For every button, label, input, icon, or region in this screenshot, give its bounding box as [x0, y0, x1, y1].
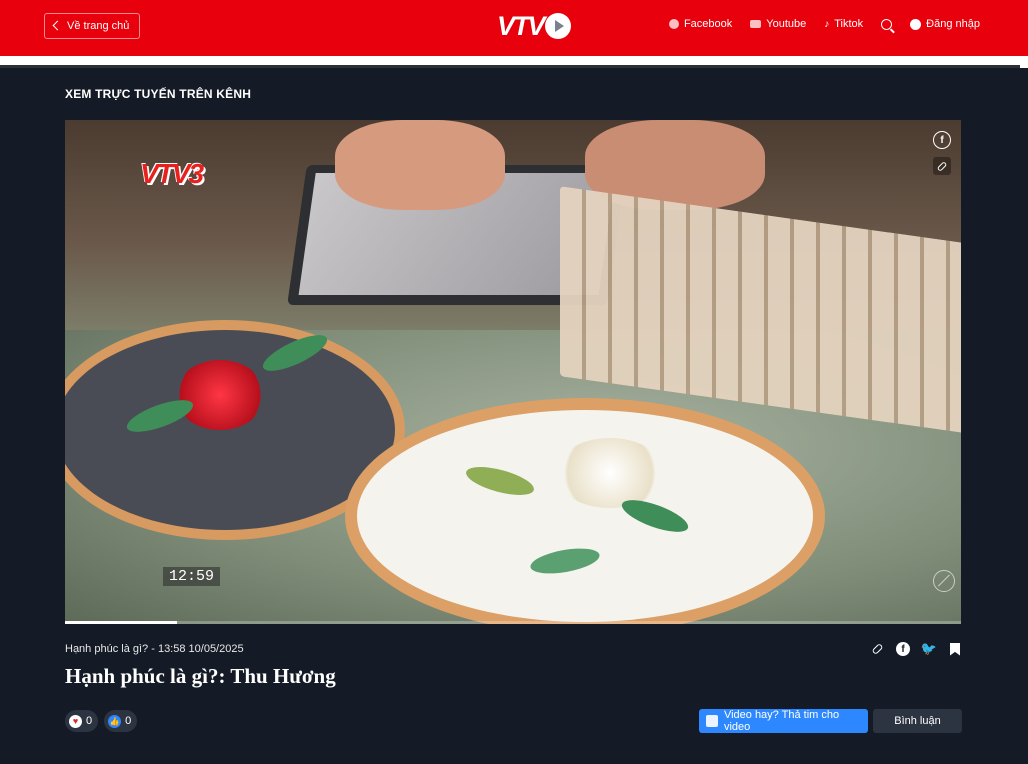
- video-frame-pearls: [555, 438, 665, 508]
- like-icon: 👍: [108, 714, 122, 728]
- reactions-bar: ♥ 0 👍 0: [65, 710, 138, 732]
- search-button[interactable]: [881, 18, 893, 30]
- video-progress-fill: [65, 621, 177, 624]
- facebook-icon: f: [901, 643, 905, 655]
- video-player[interactable]: VTV3 12:59 f: [65, 120, 961, 624]
- facebook-icon: [668, 19, 679, 29]
- user-icon: [910, 18, 922, 30]
- video-copy-link-button[interactable]: [933, 157, 951, 175]
- login-button[interactable]: Đăng nhập: [910, 18, 980, 30]
- video-share-facebook-button[interactable]: f: [933, 131, 951, 149]
- heart-reaction[interactable]: ♥ 0: [65, 710, 99, 732]
- nav-youtube-label: Youtube: [766, 18, 807, 30]
- bookmark-button[interactable]: [948, 642, 962, 656]
- share-twitter-button[interactable]: 🐦: [920, 641, 938, 656]
- video-frame-hand: [335, 120, 505, 210]
- like-reaction[interactable]: 👍 0: [104, 710, 138, 732]
- tiktok-icon: ♪: [824, 18, 830, 30]
- video-frame-hoop-light: [345, 398, 825, 624]
- heart-icon: ♥: [69, 714, 82, 728]
- video-timestamp: 12:59: [163, 567, 221, 586]
- vtv-logo[interactable]: VTV: [497, 11, 579, 41]
- top-header: Về trang chủ VTV Facebook Youtube ♪ Tikt…: [0, 0, 1028, 56]
- nav-tiktok[interactable]: ♪ Tiktok: [824, 18, 863, 30]
- youtube-icon: [750, 20, 762, 28]
- video-progress-bar[interactable]: [65, 621, 961, 624]
- mute-icon[interactable]: [933, 570, 955, 592]
- like-video-button[interactable]: Video hay? Thả tim cho video: [699, 709, 868, 733]
- video-title: Hạnh phúc là gì?: Thu Hương: [65, 664, 336, 688]
- search-icon: [881, 18, 893, 30]
- header-divider: [0, 56, 1028, 68]
- nav-tiktok-label: Tiktok: [834, 18, 864, 30]
- logo-text: VTV: [497, 10, 545, 41]
- chevron-left-icon: [52, 20, 63, 31]
- back-home-label: Về trang chủ: [67, 20, 130, 32]
- play-icon: [544, 13, 571, 39]
- comment-button[interactable]: Bình luận: [873, 709, 962, 733]
- nav-facebook[interactable]: Facebook: [668, 18, 733, 30]
- facebook-icon: f: [940, 134, 944, 146]
- link-icon: [936, 160, 948, 172]
- like-video-label: Video hay? Thả tim cho video: [723, 709, 840, 733]
- header-nav: Facebook Youtube ♪ Tiktok Đăng nhập: [668, 18, 980, 30]
- video-frame-berries: [175, 360, 265, 430]
- copy-link-button[interactable]: [870, 642, 884, 656]
- login-label: Đăng nhập: [926, 18, 980, 30]
- bookmark-icon: [950, 642, 960, 656]
- share-toolbar: f 🐦: [870, 641, 962, 656]
- share-facebook-button[interactable]: f: [896, 642, 910, 656]
- nav-youtube[interactable]: Youtube: [750, 18, 806, 30]
- like-count: 0: [125, 715, 132, 727]
- like-icon: [706, 715, 718, 727]
- channel-logo: VTV3: [140, 158, 204, 189]
- comment-label: Bình luận: [894, 715, 941, 727]
- video-meta: Hạnh phúc là gì? - 13:58 10/05/2025: [65, 643, 244, 655]
- twitter-icon: 🐦: [920, 641, 938, 656]
- section-title: XEM TRỰC TUYẾN TRÊN KÊNH: [65, 87, 252, 101]
- heart-count: 0: [86, 715, 93, 727]
- back-home-button[interactable]: Về trang chủ: [44, 13, 141, 39]
- nav-facebook-label: Facebook: [683, 18, 733, 30]
- link-icon: [870, 642, 884, 656]
